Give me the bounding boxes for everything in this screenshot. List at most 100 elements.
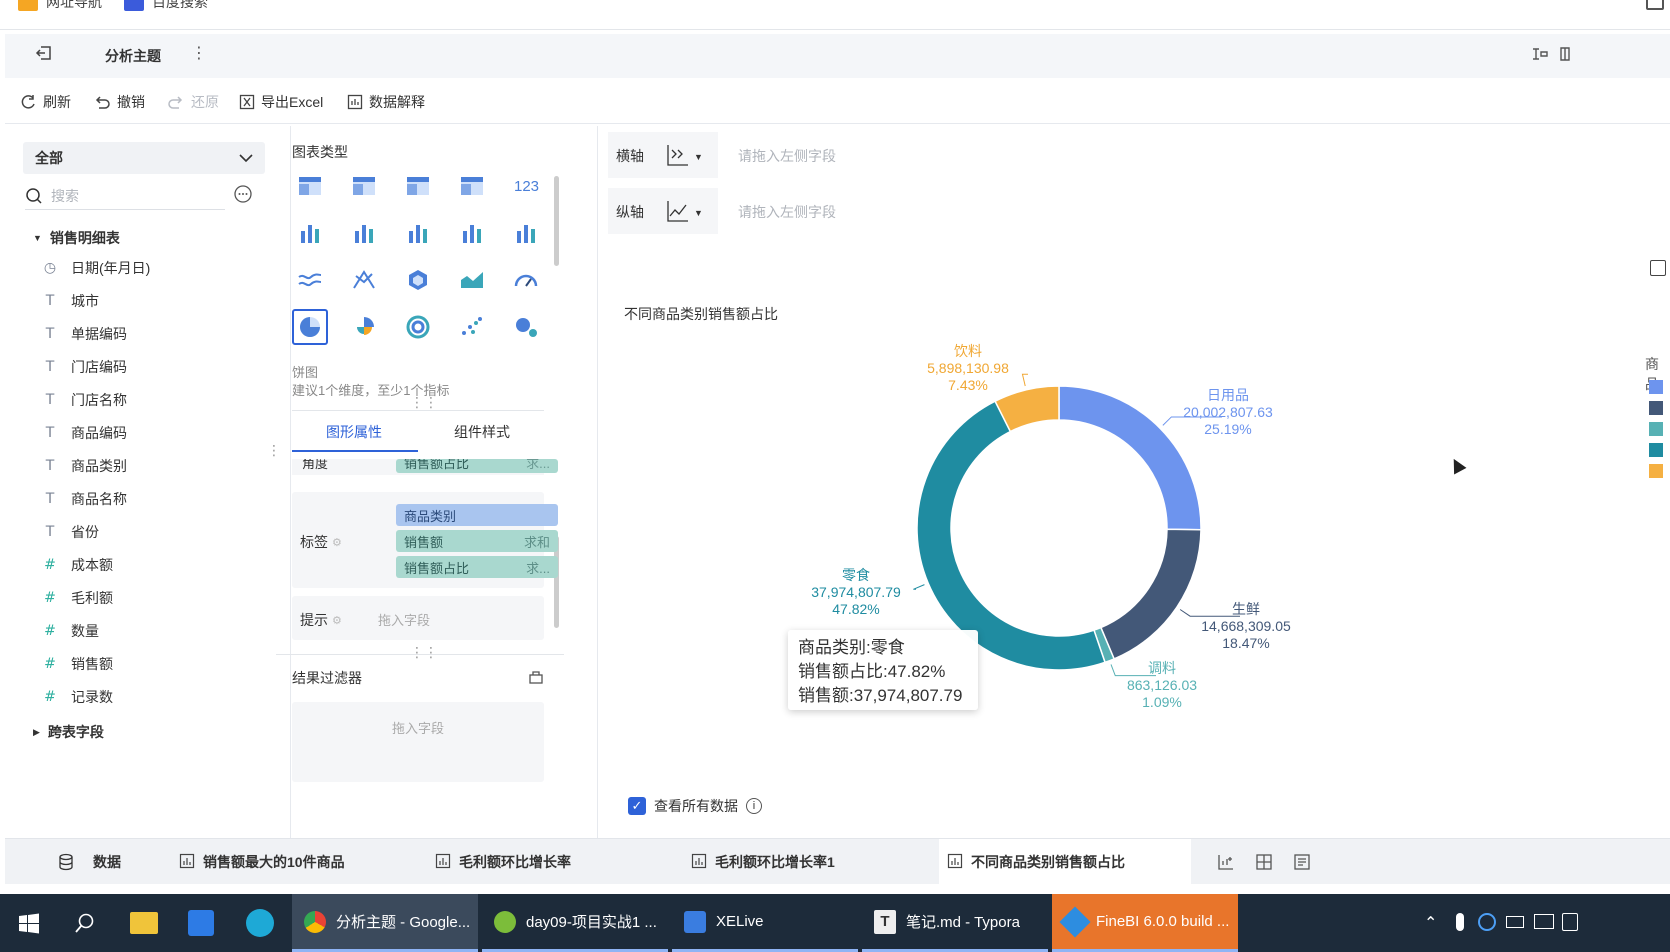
search-field[interactable]: 搜索: [25, 182, 225, 210]
filter-settings-icon[interactable]: [528, 669, 544, 685]
bookmark-baidu[interactable]: 百度搜索: [124, 0, 208, 14]
column-icon[interactable]: [400, 217, 436, 249]
network-icon[interactable]: [1478, 913, 1496, 931]
back-icon[interactable]: [35, 44, 53, 62]
more-icon[interactable]: ⋮: [191, 43, 207, 63]
tab-component-style[interactable]: 组件样式: [454, 422, 510, 442]
tab-top10[interactable]: 销售额最大的10件商品: [179, 839, 345, 885]
field-item[interactable]: # 数量: [43, 621, 99, 641]
battery-icon[interactable]: [1506, 916, 1524, 928]
export-excel-button[interactable]: 导出Excel: [239, 92, 323, 112]
tab-category-share[interactable]: 不同商品类别销售额占比: [939, 839, 1191, 885]
radar-chart-icon[interactable]: [346, 264, 382, 296]
undo-button[interactable]: 撤销: [93, 92, 145, 112]
gauge-icon[interactable]: [508, 264, 544, 296]
angle-pill[interactable]: 销售额占比 求...: [396, 459, 558, 473]
speaker-icon[interactable]: [1562, 913, 1578, 931]
fullscreen-icon[interactable]: [1650, 260, 1666, 276]
tab-data[interactable]: 数据: [57, 839, 121, 885]
rose-chart-icon[interactable]: [346, 311, 382, 343]
field-item[interactable]: # 毛利额: [43, 588, 113, 608]
task-finebi[interactable]: FineBI 6.0.0 build ...: [1052, 894, 1238, 952]
field-item[interactable]: T 单据编码: [43, 324, 127, 344]
tip-drop-zone[interactable]: 拖入字段: [378, 610, 430, 629]
edge-icon[interactable]: [246, 909, 274, 937]
pie-slice[interactable]: [1058, 385, 1202, 531]
bookmark-nav[interactable]: 网址导航: [18, 0, 102, 14]
task-typora[interactable]: T 笔记.md - Typora: [862, 894, 1048, 952]
pie-chart-icon[interactable]: [292, 309, 328, 345]
data-explain-button[interactable]: 数据解释: [347, 92, 425, 112]
add-component-icon[interactable]: [1217, 853, 1235, 871]
task-chrome[interactable]: 分析主题 - Google...: [292, 894, 478, 952]
drag-handle[interactable]: ⋮⋮: [410, 394, 438, 411]
bubble-icon[interactable]: [508, 311, 544, 343]
cross-table-node[interactable]: ▶ 跨表字段: [33, 722, 104, 742]
grouped-bar-icon[interactable]: [292, 217, 328, 249]
display-icon[interactable]: [1534, 914, 1554, 929]
legend-swatch[interactable]: [1649, 422, 1663, 436]
field-item[interactable]: # 记录数: [43, 687, 113, 707]
field-item[interactable]: T 省份: [43, 522, 99, 542]
horizontal-bar-icon[interactable]: [454, 217, 490, 249]
tab-mom-growth-1[interactable]: 毛利额环比增长率1: [691, 839, 835, 885]
y-axis-icon[interactable]: [664, 198, 690, 224]
field-item[interactable]: # 销售额: [43, 654, 113, 674]
pie-slice[interactable]: [1099, 528, 1202, 660]
label-pill[interactable]: 商品类别: [396, 504, 558, 526]
label-pill[interactable]: 销售额 求和: [396, 530, 558, 552]
add-dashboard-icon[interactable]: [1255, 853, 1273, 871]
store-icon[interactable]: [188, 910, 214, 936]
table-chart-icon[interactable]: [292, 170, 328, 202]
view-all-checkbox[interactable]: ✓ 查看所有数据 i: [628, 796, 762, 816]
field-item[interactable]: T 商品编码: [43, 423, 127, 443]
file-explorer-icon[interactable]: [130, 912, 158, 934]
scatter-icon[interactable]: [454, 311, 490, 343]
resize-handle[interactable]: ⋮: [267, 442, 281, 459]
cross-table-icon[interactable]: [346, 170, 382, 202]
panel-icon[interactable]: [1559, 46, 1571, 62]
legend-swatch[interactable]: [1649, 401, 1663, 415]
tab-mom-growth[interactable]: 毛利额环比增长率: [435, 839, 571, 885]
task-xelive[interactable]: XELive: [672, 894, 858, 952]
x-axis-icon[interactable]: [664, 142, 690, 168]
waterfall-icon[interactable]: [508, 217, 544, 249]
ellipsis-icon[interactable]: [233, 184, 253, 204]
drag-handle[interactable]: ⋮⋮: [410, 644, 438, 661]
redo-button[interactable]: 还原: [167, 92, 219, 112]
field-item[interactable]: # 成本额: [43, 555, 113, 575]
table-node[interactable]: ▼ 销售明细表: [33, 228, 120, 248]
label-pill[interactable]: 销售额占比 求...: [396, 556, 558, 578]
window-icon[interactable]: [1646, 0, 1664, 10]
filter-drop-zone[interactable]: 拖入字段: [292, 702, 544, 782]
legend-swatch[interactable]: [1649, 380, 1663, 394]
caret-down-icon[interactable]: ▼: [694, 152, 703, 162]
line-chart-icon[interactable]: [292, 264, 328, 296]
tray-expand-icon[interactable]: ⌃: [1424, 913, 1437, 933]
field-item[interactable]: T 商品类别: [43, 456, 127, 476]
stacked-bar-icon[interactable]: [346, 217, 382, 249]
legend-swatch[interactable]: [1649, 443, 1663, 457]
microphone-icon[interactable]: [1456, 913, 1464, 931]
field-item[interactable]: ◷ 日期(年月日): [43, 258, 150, 278]
scrollbar[interactable]: [554, 176, 559, 266]
search-input[interactable]: 搜索: [51, 186, 79, 206]
layout-icon[interactable]: [1531, 46, 1549, 62]
search-icon[interactable]: [74, 912, 96, 934]
tab-graphic-props[interactable]: 图形属性: [326, 422, 382, 442]
kpi-card-icon[interactable]: [454, 170, 490, 202]
refresh-button[interactable]: 刷新: [19, 92, 71, 112]
y-axis-drop[interactable]: 请拖入左侧字段: [718, 188, 1670, 234]
field-item[interactable]: T 城市: [43, 291, 99, 311]
detail-table-icon[interactable]: [400, 170, 436, 202]
field-item[interactable]: T 门店编码: [43, 357, 127, 377]
number-icon[interactable]: 123: [508, 170, 544, 202]
add-report-icon[interactable]: [1293, 853, 1311, 871]
field-item[interactable]: T 门店名称: [43, 390, 127, 410]
sunburst-icon[interactable]: [400, 311, 436, 343]
area-chart-icon[interactable]: [454, 264, 490, 296]
field-item[interactable]: T 商品名称: [43, 489, 127, 509]
map-icon[interactable]: [400, 264, 436, 296]
legend-swatch[interactable]: [1649, 464, 1663, 478]
info-icon[interactable]: i: [746, 798, 762, 814]
